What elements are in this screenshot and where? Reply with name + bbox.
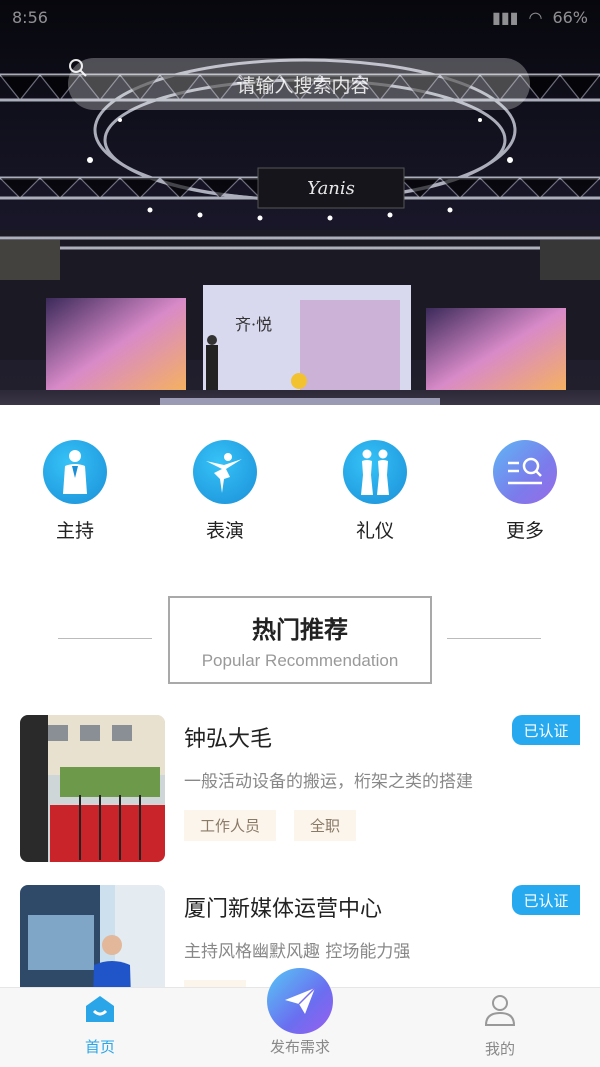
category-label: 礼仪 [355, 520, 394, 542]
hero-banner[interactable]: Yanis 齐·悦 8:56 ▮▮▮ ◠ 66% 请输入搜索内容 [0, 0, 600, 405]
search-bar[interactable]: 请输入搜索内容 [68, 58, 530, 110]
section-header: 热门推荐 Popular Recommendation [0, 596, 600, 686]
more-icon [493, 440, 557, 504]
etiquette-icon [343, 440, 407, 504]
category-etiquette[interactable]: 礼仪 [325, 440, 425, 543]
paper-plane-icon [285, 987, 316, 1014]
category-performance[interactable]: 表演 [175, 440, 275, 543]
card-tags: 工作人员 全职 [184, 810, 357, 841]
backdrop-text: 齐·悦 [235, 315, 272, 334]
card-name: 厦门新媒体运营中心 [184, 897, 383, 922]
category-label: 主持 [55, 520, 94, 542]
section-subtitle: Popular Recommendation [201, 651, 399, 670]
wifi-icon: ◠ [528, 8, 543, 27]
card-description: 一般活动设备的搬运，桁架之类的搭建 [184, 772, 473, 792]
banner-sign-text: Yanis [307, 178, 355, 199]
dancer-icon [193, 440, 257, 504]
verified-badge: 已认证 [512, 715, 580, 745]
category-label: 更多 [505, 520, 544, 542]
tab-home-label: 首页 [84, 1038, 115, 1056]
tab-mine-label: 我的 [484, 1040, 515, 1058]
category-grid: 主持 表演 礼仪 更多 [0, 440, 600, 550]
divider-right [447, 638, 541, 639]
app-screen: Yanis 齐·悦 8:56 ▮▮▮ ◠ 66% 请输入搜索内容 主持 表演 礼… [0, 0, 600, 1067]
tag: 工作人员 [184, 810, 277, 841]
card-description: 主持风格幽默风趣 控场能力强 [184, 942, 411, 962]
category-more[interactable]: 更多 [475, 440, 575, 543]
card-thumbnail [20, 715, 165, 862]
battery-level: 66% [552, 8, 588, 27]
publish-label: 发布需求 [269, 1038, 330, 1056]
tag: 全职 [294, 810, 357, 841]
recommendation-card[interactable]: 钟弘大毛 一般活动设备的搬运，桁架之类的搭建 工作人员 全职 已认证 [0, 715, 600, 865]
section-title: 热门推荐 [252, 616, 348, 644]
signal-icon: ▮▮▮ [492, 8, 519, 27]
search-icon [69, 59, 87, 77]
verified-badge: 已认证 [512, 885, 580, 915]
category-label: 表演 [205, 520, 244, 542]
home-icon [86, 996, 114, 1022]
status-bar: 8:56 ▮▮▮ ◠ 66% [0, 0, 600, 34]
user-icon [484, 995, 516, 1026]
host-icon [43, 440, 107, 504]
search-placeholder: 请输入搜索内容 [236, 74, 370, 97]
status-time: 8:56 [12, 8, 48, 27]
carousel-indicator[interactable] [291, 373, 307, 389]
card-name: 钟弘大毛 [184, 727, 273, 752]
section-title-box: 热门推荐 Popular Recommendation [168, 596, 432, 684]
tab-mine[interactable]: 我的 [440, 994, 560, 1059]
publish-button[interactable] [267, 968, 333, 1034]
divider-left [58, 638, 152, 639]
tab-home[interactable]: 首页 [40, 994, 160, 1057]
category-host[interactable]: 主持 [25, 440, 125, 543]
